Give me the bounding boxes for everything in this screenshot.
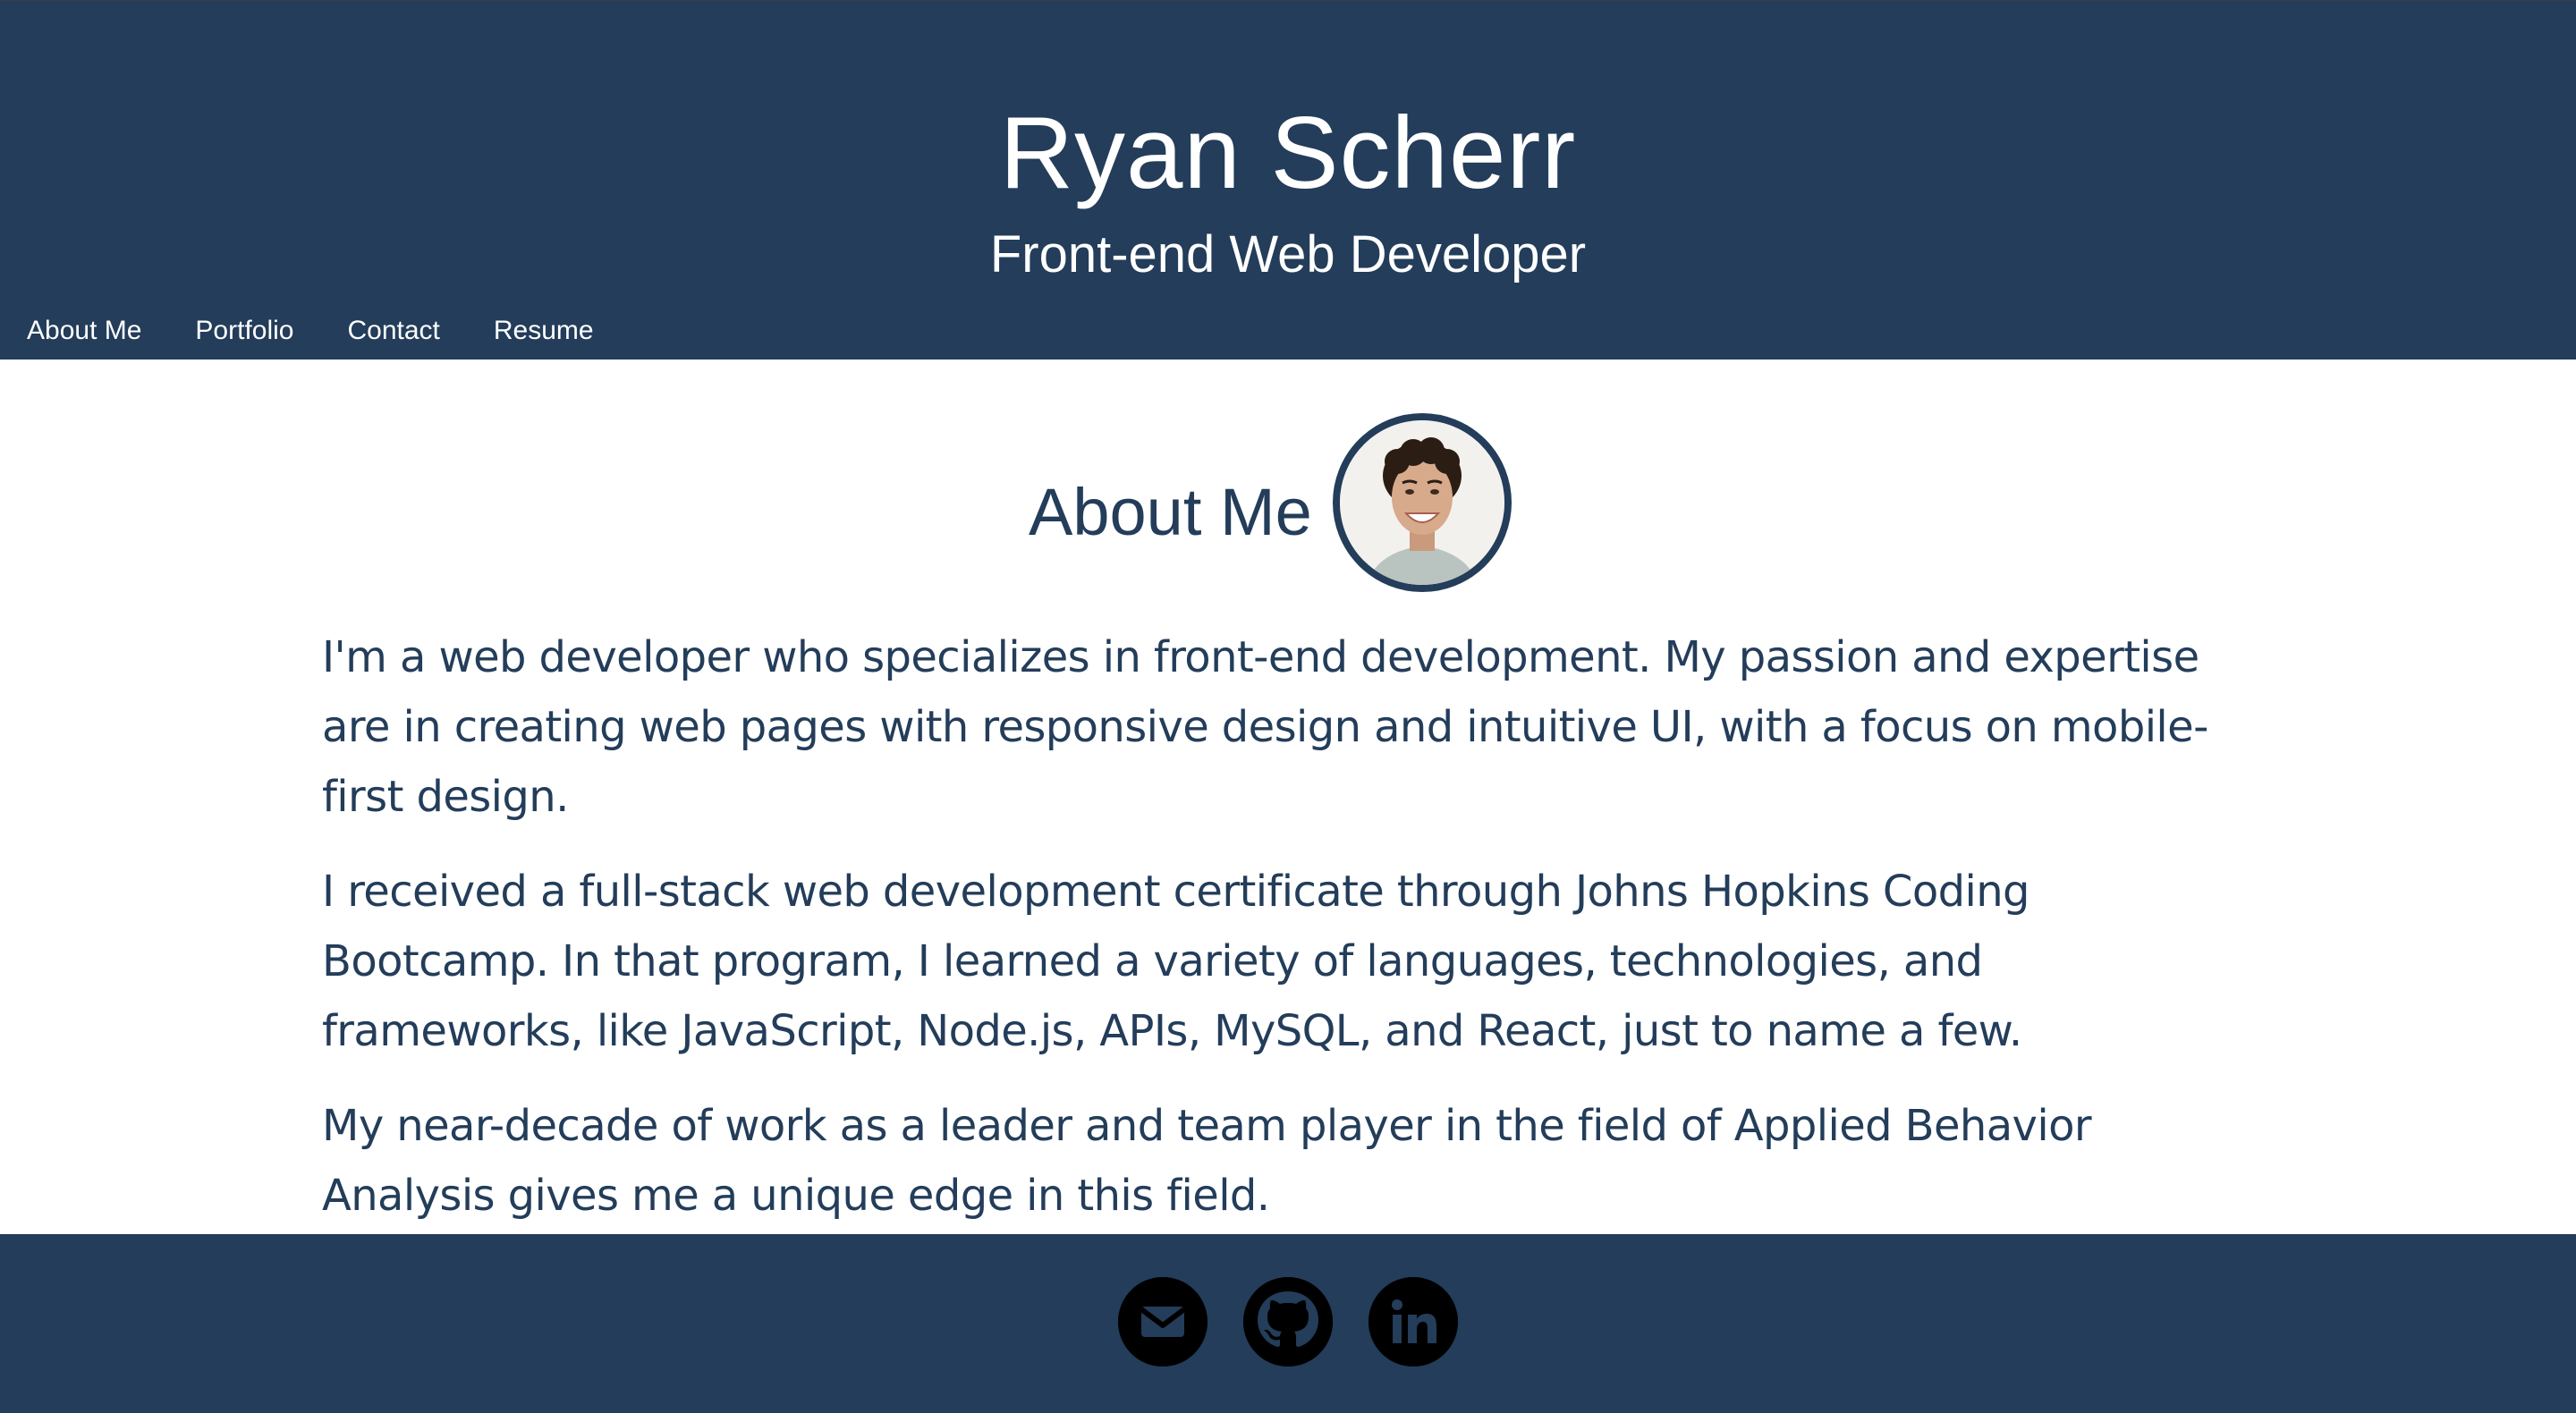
site-header: Ryan Scherr Front-end Web Developer Abou…	[0, 0, 2576, 360]
nav-item-resume[interactable]: Resume	[494, 311, 594, 351]
about-text: I'm a web developer who specializes in f…	[322, 622, 2254, 1256]
site-title: Ryan Scherr	[999, 97, 1577, 210]
email-link[interactable]	[1118, 1277, 1208, 1366]
about-paragraph: My near-decade of work as a leader and t…	[322, 1101, 2092, 1221]
about-paragraph: I received a full-stack web development …	[322, 867, 2030, 1056]
profile-photo-icon	[1340, 420, 1504, 585]
nav-item-portfolio[interactable]: Portfolio	[195, 311, 293, 351]
about-paragraph: I'm a web developer who specializes in f…	[322, 632, 2208, 822]
linkedin-link[interactable]	[1368, 1277, 1458, 1366]
site-footer	[0, 1234, 2576, 1413]
email-icon	[1118, 1277, 1208, 1366]
main-nav: About Me Portfolio Contact Resume	[27, 311, 648, 351]
github-link[interactable]	[1243, 1277, 1333, 1366]
nav-item-contact[interactable]: Contact	[347, 311, 439, 351]
about-heading: About Me	[1029, 475, 1312, 549]
nav-item-about-me[interactable]: About Me	[27, 311, 141, 351]
linkedin-icon	[1368, 1277, 1458, 1366]
site-subtitle: Front-end Web Developer	[989, 225, 1587, 283]
github-icon	[1243, 1277, 1333, 1366]
avatar	[1333, 413, 1512, 592]
